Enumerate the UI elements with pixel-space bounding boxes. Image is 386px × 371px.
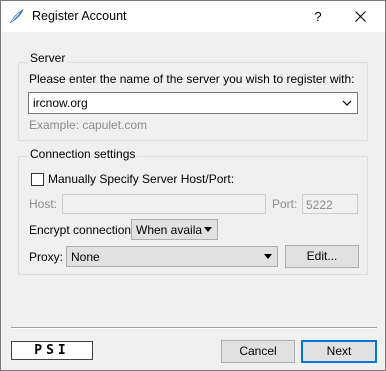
triangle-down-icon bbox=[264, 254, 272, 259]
server-prompt: Please enter the name of the server you … bbox=[29, 72, 355, 86]
server-value: ircnow.org bbox=[33, 96, 88, 110]
title-bar: Register Account ? bbox=[1, 1, 385, 32]
server-example: Example: capulet.com bbox=[29, 118, 148, 132]
encrypt-value: When availab bbox=[136, 223, 202, 237]
next-label: Next bbox=[326, 344, 352, 358]
port-value: 5222 bbox=[306, 198, 333, 212]
close-button[interactable] bbox=[344, 1, 378, 32]
next-button[interactable]: Next bbox=[301, 340, 377, 363]
register-account-dialog: Register Account ? Server Please enter t… bbox=[0, 0, 386, 371]
port-field[interactable]: 5222 bbox=[302, 194, 358, 214]
host-label: Host: bbox=[29, 197, 58, 211]
proxy-edit-button[interactable]: Edit... bbox=[285, 245, 359, 268]
proxy-label: Proxy: bbox=[29, 250, 64, 264]
close-icon bbox=[355, 11, 366, 22]
server-group-title: Server bbox=[28, 51, 68, 65]
server-combobox[interactable]: ircnow.org bbox=[28, 92, 358, 114]
connection-group-title: Connection settings bbox=[28, 147, 138, 161]
proxy-value: None bbox=[71, 250, 100, 264]
chevron-down-icon bbox=[342, 100, 352, 106]
host-field[interactable] bbox=[62, 194, 266, 214]
cancel-button[interactable]: Cancel bbox=[221, 340, 295, 363]
port-label: Port: bbox=[272, 197, 298, 211]
triangle-down-icon bbox=[204, 227, 212, 232]
manual-host-label[interactable]: Manually Specify Server Host/Port: bbox=[48, 172, 234, 186]
help-button[interactable]: ? bbox=[304, 1, 332, 32]
encrypt-combobox[interactable]: When availab bbox=[131, 219, 218, 240]
encrypt-label: Encrypt connection: bbox=[29, 223, 135, 237]
manual-host-checkbox[interactable] bbox=[31, 173, 44, 186]
footer-separator bbox=[11, 327, 377, 329]
proxy-combobox[interactable]: None bbox=[66, 246, 278, 267]
psi-logo-text: PSI bbox=[34, 343, 70, 358]
cancel-label: Cancel bbox=[239, 344, 277, 358]
proxy-edit-label: Edit... bbox=[306, 249, 338, 263]
psi-logo: PSI bbox=[11, 341, 93, 360]
window-title: Register Account bbox=[32, 9, 127, 23]
psi-feather-icon bbox=[9, 9, 24, 23]
